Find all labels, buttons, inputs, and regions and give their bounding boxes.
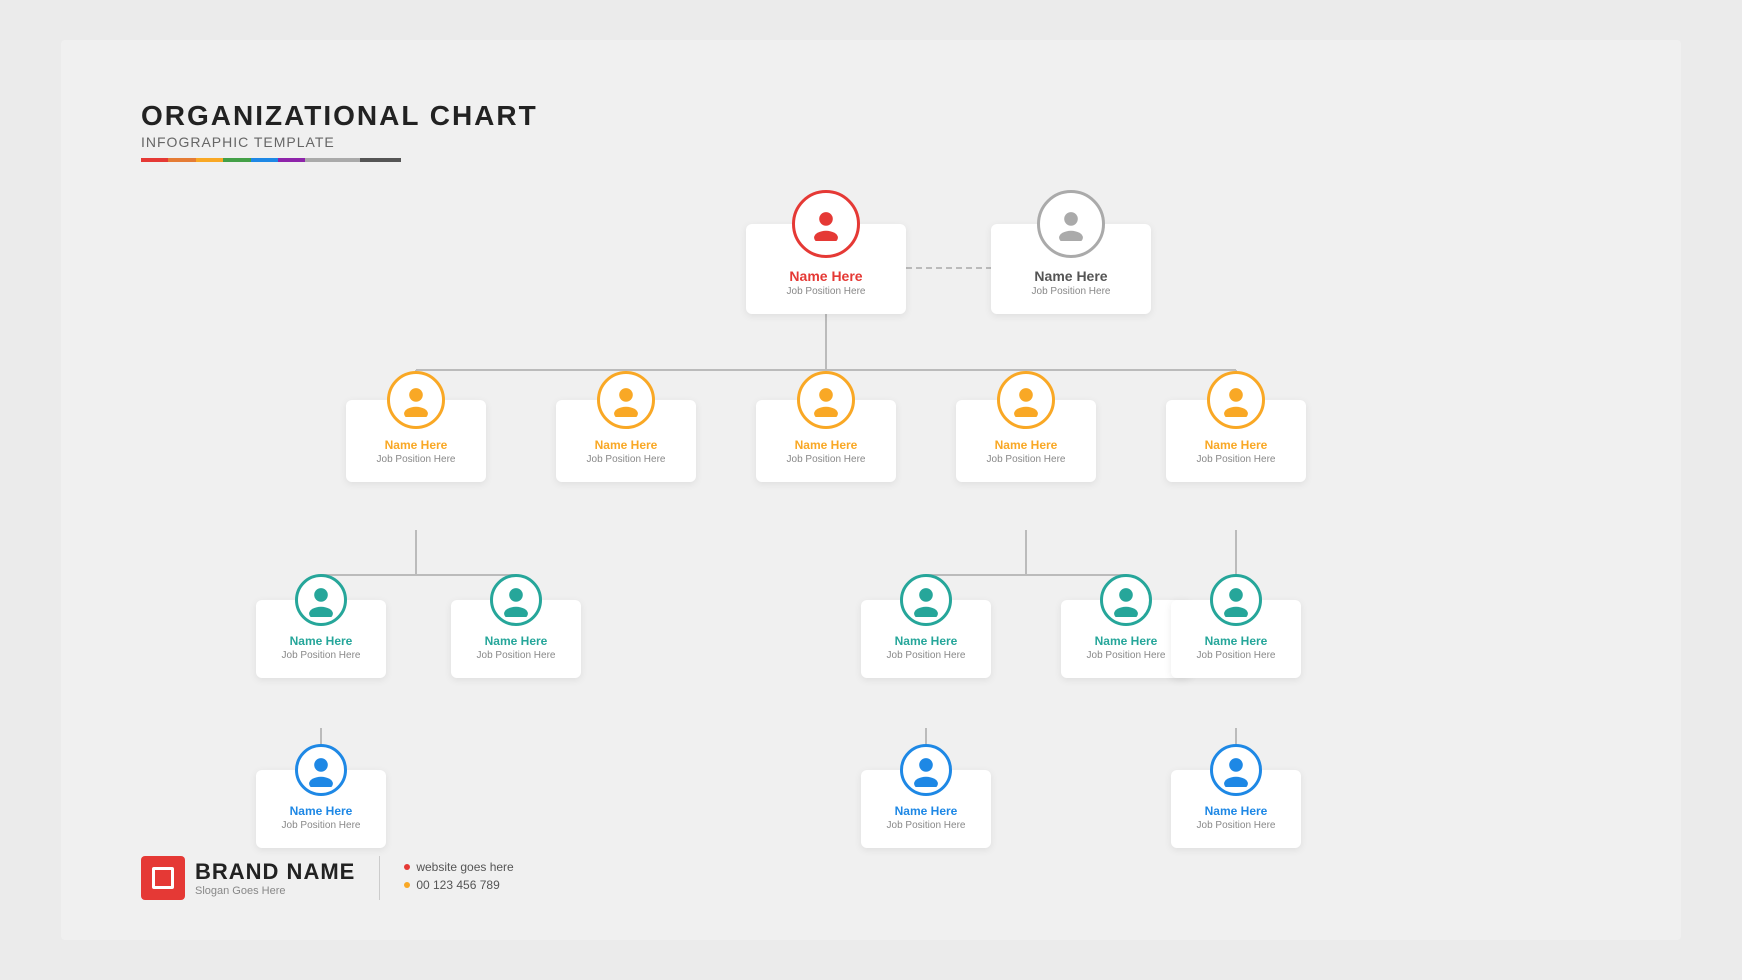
l3-1-job: Job Position Here [256, 820, 386, 831]
phone-row: 00 123 456 789 [404, 878, 513, 892]
website-row: website goes here [404, 860, 513, 874]
l2-3-name: Name Here [861, 634, 991, 648]
brand-name: BRAND NAME [195, 859, 355, 885]
website-text: website goes here [416, 860, 513, 874]
l3-3-person-icon [1219, 753, 1253, 787]
connector-lines [261, 180, 1651, 820]
l3-card-2: Name Here Job Position Here [861, 770, 991, 848]
l1-3-name: Name Here [756, 438, 896, 452]
l1-card-3: Name Here Job Position Here [756, 400, 896, 482]
chart-subtitle: INFOGRAPHIC TEMPLATE [141, 134, 538, 150]
l1-1-person-icon [399, 383, 433, 417]
l1-4-name: Name Here [956, 438, 1096, 452]
l2-card-2: Name Here Job Position Here [451, 600, 581, 678]
chart-area: Name Here Job Position Here Name Here Jo… [261, 180, 1651, 820]
footer-divider [379, 856, 380, 900]
l1-5-person-icon [1219, 383, 1253, 417]
l2-2-job: Job Position Here [451, 650, 581, 661]
l1-4-job: Job Position Here [956, 454, 1096, 465]
coo-job: Job Position Here [991, 286, 1151, 297]
contact-info: website goes here 00 123 456 789 [404, 860, 513, 896]
l3-2-person-icon [909, 753, 943, 787]
chart-title: ORGANIZATIONAL CHART [141, 100, 538, 132]
l1-card-2: Name Here Job Position Here [556, 400, 696, 482]
l2-5-person-icon [1219, 583, 1253, 617]
l1-2-person-icon [609, 383, 643, 417]
coo-card: Name Here Job Position Here [991, 224, 1151, 314]
l3-3-job: Job Position Here [1171, 820, 1301, 831]
rainbow-bar [141, 158, 401, 162]
ceo-card: Name Here Job Position Here [746, 224, 906, 314]
ceo-name: Name Here [746, 268, 906, 284]
footer: BRAND NAME Slogan Goes Here website goes… [141, 856, 514, 900]
l1-5-name: Name Here [1166, 438, 1306, 452]
coo-avatar [1037, 190, 1105, 258]
l3-1-name: Name Here [256, 804, 386, 818]
l2-card-3: Name Here Job Position Here [861, 600, 991, 678]
l1-1-job: Job Position Here [346, 454, 486, 465]
slide: ORGANIZATIONAL CHART INFOGRAPHIC TEMPLAT… [61, 40, 1681, 940]
l2-5-name: Name Here [1171, 634, 1301, 648]
l2-2-name: Name Here [451, 634, 581, 648]
l1-card-1: Name Here Job Position Here [346, 400, 486, 482]
website-icon [404, 864, 410, 870]
brand-text: BRAND NAME Slogan Goes Here [195, 859, 355, 897]
l3-card-3: Name Here Job Position Here [1171, 770, 1301, 848]
brand-logo: BRAND NAME Slogan Goes Here [141, 856, 355, 900]
l2-card-1: Name Here Job Position Here [256, 600, 386, 678]
l1-card-4: Name Here Job Position Here [956, 400, 1096, 482]
l1-1-name: Name Here [346, 438, 486, 452]
coo-person-icon [1054, 207, 1088, 241]
l2-card-5: Name Here Job Position Here [1171, 600, 1301, 678]
l2-3-person-icon [909, 583, 943, 617]
coo-name: Name Here [991, 268, 1151, 284]
l3-card-1: Name Here Job Position Here [256, 770, 386, 848]
brand-icon-inner [152, 867, 174, 889]
l1-5-job: Job Position Here [1166, 454, 1306, 465]
l1-4-person-icon [1009, 383, 1043, 417]
ceo-person-icon [809, 207, 843, 241]
l1-3-person-icon [809, 383, 843, 417]
ceo-job: Job Position Here [746, 286, 906, 297]
l3-2-job: Job Position Here [861, 820, 991, 831]
ceo-avatar [792, 190, 860, 258]
l2-5-job: Job Position Here [1171, 650, 1301, 661]
l2-1-person-icon [304, 583, 338, 617]
phone-text: 00 123 456 789 [416, 878, 499, 892]
header: ORGANIZATIONAL CHART INFOGRAPHIC TEMPLAT… [141, 100, 538, 162]
brand-slogan: Slogan Goes Here [195, 885, 355, 897]
l1-card-5: Name Here Job Position Here [1166, 400, 1306, 482]
l2-1-job: Job Position Here [256, 650, 386, 661]
l3-3-name: Name Here [1171, 804, 1301, 818]
phone-icon [404, 882, 410, 888]
brand-icon [141, 856, 185, 900]
l1-3-job: Job Position Here [756, 454, 896, 465]
l2-3-job: Job Position Here [861, 650, 991, 661]
l1-2-name: Name Here [556, 438, 696, 452]
l3-2-name: Name Here [861, 804, 991, 818]
l2-4-person-icon [1109, 583, 1143, 617]
l1-2-job: Job Position Here [556, 454, 696, 465]
l2-1-name: Name Here [256, 634, 386, 648]
l3-1-person-icon [304, 753, 338, 787]
l2-2-person-icon [499, 583, 533, 617]
